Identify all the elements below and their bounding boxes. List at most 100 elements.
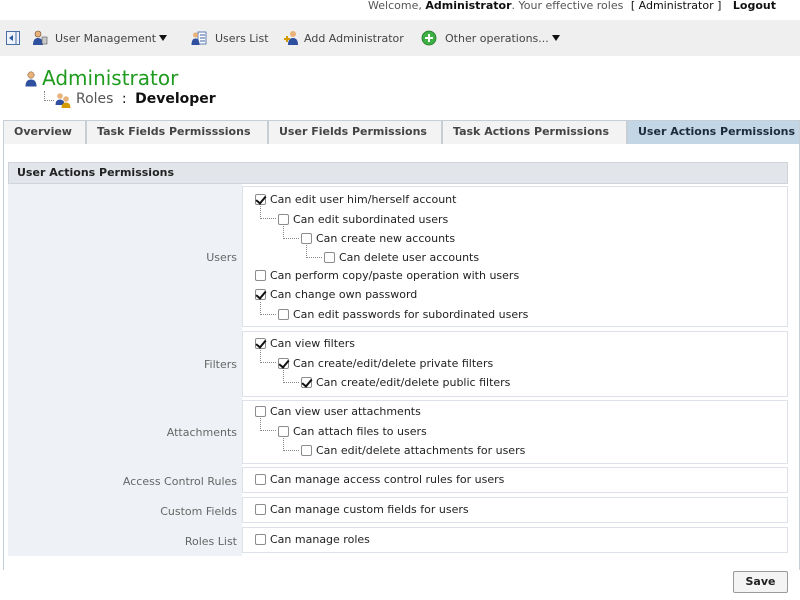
tree-connector (260, 350, 276, 363)
permission-item[interactable]: Can manage custom fields for users (255, 502, 469, 516)
add-administrator-icon (284, 30, 300, 46)
permission-item[interactable]: Can edit/delete attachments for users (301, 443, 525, 457)
permission-item[interactable]: Can attach files to users (278, 424, 427, 438)
permission-label: Can create/edit/delete public filters (316, 375, 511, 389)
permission-label: Can edit/delete attachments for users (316, 443, 526, 457)
permission-item[interactable]: Can perform copy/paste operation with us… (255, 268, 519, 282)
nav-bar: User Management Users List Add Administr… (0, 20, 800, 56)
user-management-icon (32, 30, 48, 46)
permission-label: Can delete user accounts (339, 250, 480, 264)
permission-checkbox[interactable] (301, 232, 312, 244)
page-title: Administrator (42, 66, 179, 90)
user-management-menu[interactable]: User Management (32, 28, 168, 48)
permission-label: Can edit user him/herself account (270, 192, 457, 206)
group-label-roles-list: Roles List (184, 535, 237, 548)
permission-item[interactable]: Can create/edit/delete public filters (301, 375, 510, 389)
users-list-link[interactable]: Users List (191, 28, 269, 48)
tab-user-fields-permissions[interactable]: User Fields Permissions (268, 120, 442, 144)
effective-role-link[interactable]: [ Administrator ] (631, 0, 722, 12)
permission-item[interactable]: Can delete user accounts (324, 250, 479, 264)
permission-label: Can view user attachments (270, 404, 421, 418)
users-list-label: Users List (215, 31, 269, 45)
tree-connector (306, 245, 322, 258)
logout-link[interactable]: Logout (733, 0, 776, 12)
permission-item[interactable]: Can edit user him/herself account (255, 192, 456, 206)
permission-item[interactable]: Can view user attachments (255, 404, 421, 418)
permission-checkbox[interactable] (255, 337, 266, 349)
permission-checkbox[interactable] (324, 251, 335, 263)
add-circle-icon (421, 30, 437, 46)
permission-label: Can create/edit/delete private filters (293, 356, 494, 370)
welcome-text: Welcome, Administrator. Your effective r… (368, 0, 776, 12)
permission-checkbox[interactable] (278, 213, 289, 225)
permission-item[interactable]: Can view filters (255, 336, 355, 350)
effective-roles-text: . Your effective roles (511, 0, 624, 12)
permission-checkbox[interactable] (278, 357, 289, 369)
permission-item[interactable]: Can manage roles (255, 532, 370, 546)
permission-label: Can perform copy/paste operation with us… (270, 268, 520, 282)
current-user-name: Administrator (425, 0, 512, 12)
tab-user-actions-permissions[interactable]: User Actions Permissions (627, 120, 800, 144)
group-label-filters: Filters (204, 358, 237, 371)
welcome-prefix: Welcome, (368, 0, 422, 12)
tab-task-actions-permissions[interactable]: Task Actions Permissions (442, 120, 627, 144)
permission-item[interactable]: Can edit passwords for subordinated user… (278, 307, 528, 321)
permission-label: Can manage custom fields for users (270, 502, 469, 516)
permission-item[interactable]: Can change own password (255, 287, 417, 301)
section-title: User Actions Permissions (8, 162, 788, 184)
add-administrator-label: Add Administrator (304, 31, 404, 45)
tree-connector (283, 438, 299, 451)
permission-checkbox[interactable] (278, 425, 289, 437)
permission-label: Can edit passwords for subordinated user… (293, 307, 529, 321)
group-label-access-control-rules: Access Control Rules (122, 475, 237, 488)
top-bar: Welcome, Administrator. Your effective r… (0, 0, 800, 20)
roles-breadcrumb: Roles : Developer (76, 90, 216, 108)
group-label-users: Users (206, 251, 237, 264)
permission-checkbox[interactable] (255, 269, 266, 281)
permission-checkbox[interactable] (278, 308, 289, 320)
user-icon (24, 71, 38, 87)
permission-item[interactable]: Can manage access control rules for user… (255, 472, 504, 486)
permission-checkbox[interactable] (255, 405, 266, 417)
roles-icon (55, 92, 71, 108)
permission-label: Can manage access control rules for user… (270, 472, 505, 486)
tree-connector (283, 226, 299, 239)
permission-label: Can attach files to users (293, 424, 427, 438)
add-administrator-link[interactable]: Add Administrator (284, 28, 404, 48)
chevron-down-icon (159, 35, 168, 41)
permission-checkbox[interactable] (301, 444, 312, 456)
tab-task-fields-permissions[interactable]: Task Fields Permisssions (86, 120, 268, 144)
permission-checkbox[interactable] (255, 288, 266, 300)
user-management-label: User Management (55, 31, 157, 45)
roles-separator: : (121, 91, 127, 107)
permission-label: Can edit subordinated users (293, 212, 449, 226)
permission-item[interactable]: Can create new accounts (301, 231, 455, 245)
permission-checkbox[interactable] (255, 533, 266, 545)
group-label-attachments: Attachments (166, 426, 237, 439)
group-label-custom-fields: Custom Fields (160, 505, 237, 518)
permission-checkbox[interactable] (301, 376, 312, 388)
users-list-icon (191, 30, 207, 46)
permission-label: Can view filters (270, 336, 356, 350)
permission-checkbox[interactable] (255, 473, 266, 485)
other-operations-label: Other operations... (445, 31, 549, 45)
permission-label: Can create new accounts (316, 231, 456, 245)
permission-checkbox[interactable] (255, 193, 266, 205)
permission-item[interactable]: Can create/edit/delete private filters (278, 356, 493, 370)
tree-connector (260, 418, 276, 431)
tree-connector (283, 370, 299, 383)
tab-bar: Overview Task Fields Permisssions User F… (3, 120, 800, 144)
back-icon (5, 30, 21, 46)
roles-label: Roles (76, 91, 114, 107)
back-button[interactable] (5, 28, 21, 48)
tree-connector (260, 206, 276, 219)
other-operations-menu[interactable]: Other operations... (421, 28, 560, 48)
permission-checkbox[interactable] (255, 503, 266, 515)
permission-label: Can change own password (270, 287, 418, 301)
permission-label: Can manage roles (270, 532, 370, 546)
save-button[interactable]: Save (733, 571, 788, 593)
chevron-down-icon (551, 35, 560, 41)
tree-connector (260, 302, 276, 315)
permission-item[interactable]: Can edit subordinated users (278, 212, 448, 226)
tab-overview[interactable]: Overview (3, 120, 86, 144)
